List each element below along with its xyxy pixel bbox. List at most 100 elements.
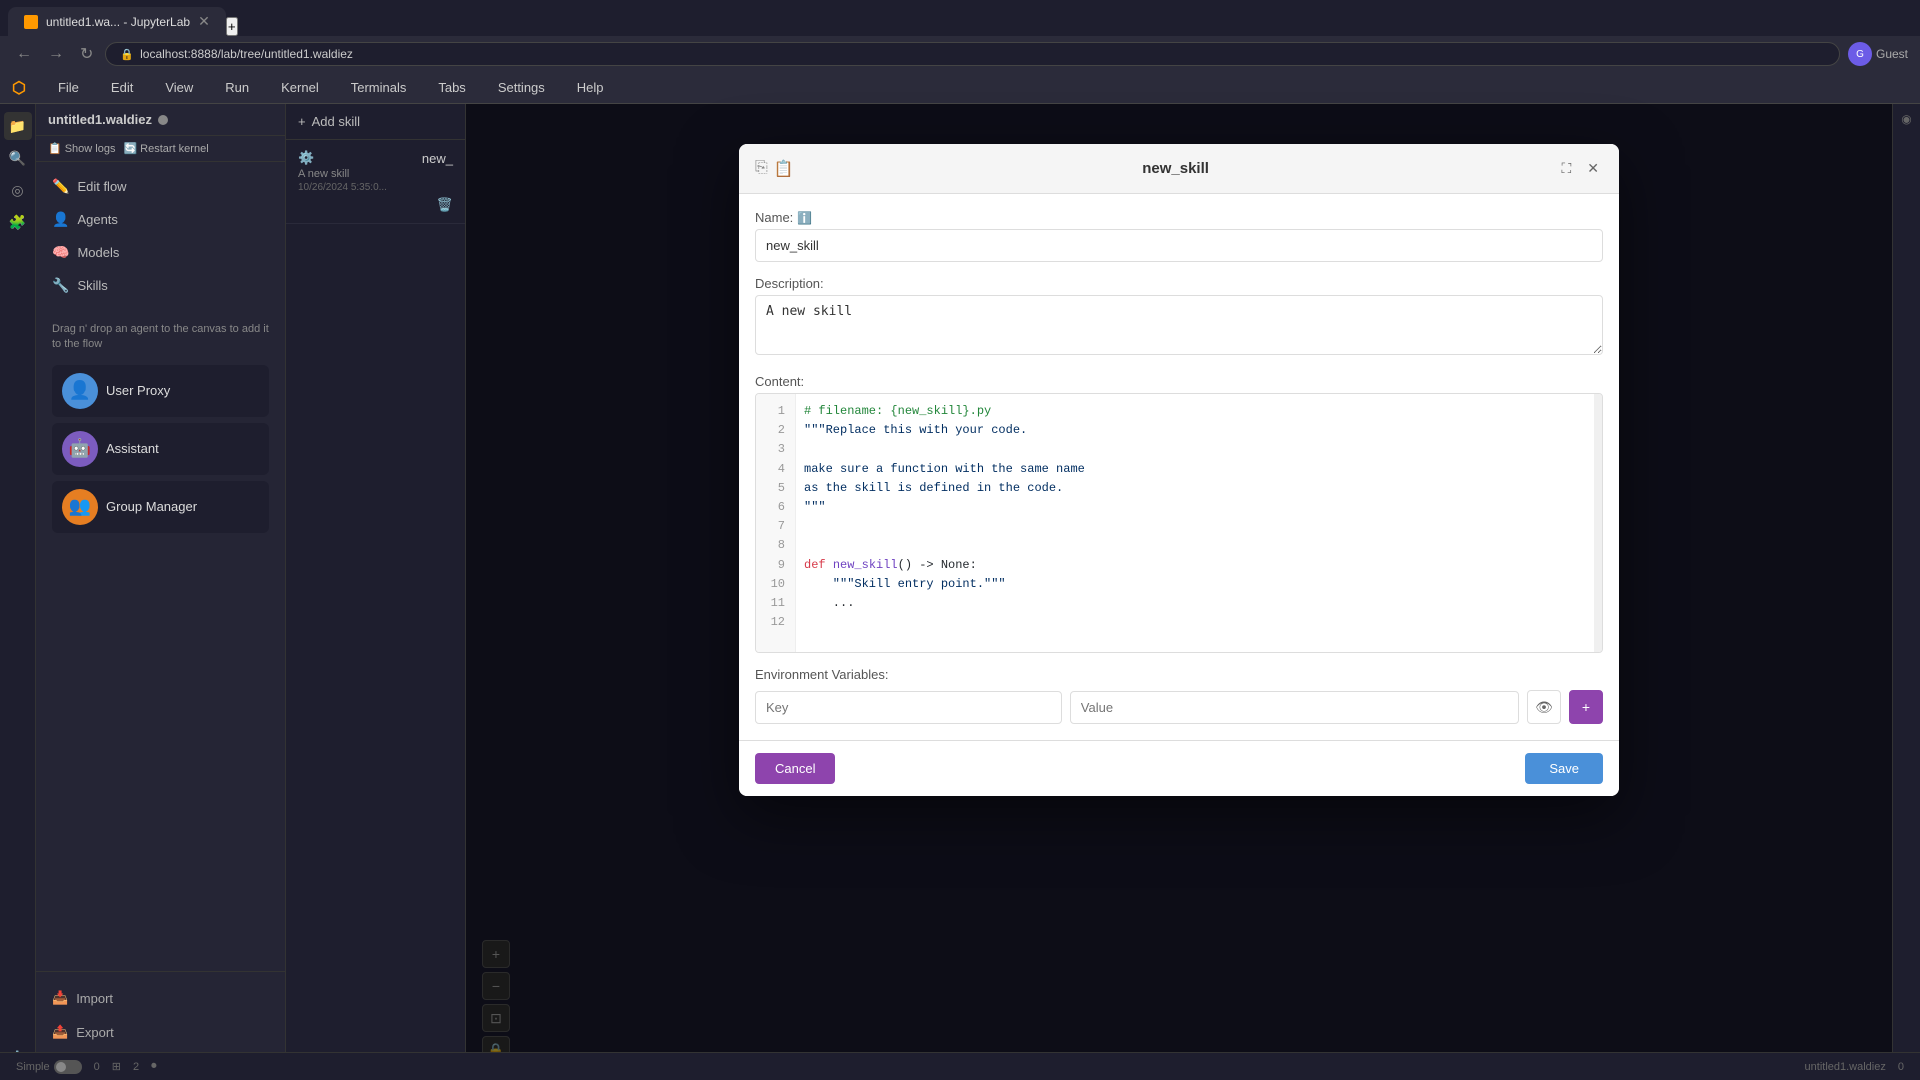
import-icon: 📥 — [52, 990, 68, 1006]
address-bar[interactable]: 🔒 localhost:8888/lab/tree/untitled1.wald… — [105, 42, 1840, 66]
env-value-input[interactable] — [1070, 691, 1519, 724]
restart-kernel-button[interactable]: 🔄 Restart kernel — [123, 142, 208, 155]
nav-skills[interactable]: 🔧 Skills — [36, 269, 285, 302]
nav-edit-flow[interactable]: ✏️ Edit flow — [36, 170, 285, 203]
tab-title: untitled1.wa... - JupyterLab — [46, 15, 190, 29]
active-tab[interactable]: untitled1.wa... - JupyterLab ✕ — [8, 7, 226, 36]
modal-title: new_skill — [1142, 160, 1209, 177]
group-manager-avatar: 👥 — [62, 489, 98, 525]
modal-expand-button[interactable]: ⛶ — [1557, 156, 1575, 181]
forward-button[interactable]: → — [44, 41, 68, 67]
save-button[interactable]: Save — [1525, 753, 1603, 784]
name-form-group: Name: ℹ️ — [755, 210, 1603, 262]
status-counter-3: 0 — [1898, 1061, 1904, 1073]
add-tab-button[interactable]: + — [226, 17, 238, 36]
export-btn[interactable]: 📤 Export — [52, 1018, 269, 1046]
paste-icon[interactable]: 📋 — [774, 159, 794, 179]
center-panel: + Add skill ⚙️ new_ A new skill 10/26/20… — [286, 104, 466, 1080]
show-logs-button[interactable]: 📋 Show logs — [48, 142, 115, 155]
agent-user-proxy[interactable]: 👤 User Proxy — [52, 365, 269, 417]
skill-delete-icon[interactable]: 🗑️ — [437, 197, 453, 213]
profile-button[interactable]: G Guest — [1848, 42, 1908, 66]
export-icon: 📤 — [52, 1024, 68, 1040]
menu-view[interactable]: View — [157, 76, 201, 99]
assistant-label: Assistant — [106, 441, 159, 456]
app-name: untitled1.waldiez — [48, 112, 152, 127]
skill-date: 10/26/2024 5:35:0... — [298, 182, 453, 193]
edit-flow-icon: ✏️ — [52, 178, 69, 195]
reload-button[interactable]: ↻ — [76, 40, 97, 68]
nav-agents[interactable]: 👤 Agents — [36, 203, 285, 236]
menu-tabs[interactable]: Tabs — [430, 76, 473, 99]
copy-icon[interactable]: ⎘ — [755, 159, 768, 179]
modal-header: ⎘ 📋 new_skill ⛶ ✕ — [739, 144, 1619, 194]
menu-file[interactable]: File — [50, 76, 87, 99]
agents-icon: 👤 — [52, 211, 69, 228]
menu-run[interactable]: Run — [217, 76, 257, 99]
status-bar: Simple 0 ⊞ 2 ⏺ untitled1.waldiez 0 — [0, 1052, 1920, 1080]
modal: ⎘ 📋 new_skill ⛶ ✕ Name: ℹ️ — [739, 144, 1619, 796]
user-proxy-avatar: 👤 — [62, 373, 98, 409]
agents-section: Drag n' drop an agent to the canvas to a… — [36, 310, 285, 971]
sidebar-icon-extensions[interactable]: 🧩 — [4, 208, 32, 236]
env-visibility-button[interactable]: 👁 — [1527, 690, 1561, 724]
content-label: Content: — [755, 374, 1603, 389]
agent-group-manager[interactable]: 👥 Group Manager — [52, 481, 269, 533]
browser-tabs: untitled1.wa... - JupyterLab ✕ + — [0, 0, 1920, 36]
env-add-button[interactable]: + — [1569, 690, 1603, 724]
sidebar-icon-git[interactable]: ◎ — [4, 176, 32, 204]
jupyter-menubar: ⬡ File Edit View Run Kernel Terminals Ta… — [0, 72, 1920, 104]
right-sidebar-strip: ◉ — [1892, 104, 1920, 1080]
description-textarea[interactable]: A new skill — [755, 295, 1603, 355]
browser-toolbar: ← → ↻ 🔒 localhost:8888/lab/tree/untitled… — [0, 36, 1920, 72]
logs-icon: 📋 — [48, 142, 62, 155]
skill-settings-icon[interactable]: ⚙️ — [298, 150, 314, 166]
menu-settings[interactable]: Settings — [490, 76, 553, 99]
restart-icon: 🔄 — [123, 142, 137, 155]
tab-close-icon[interactable]: ✕ — [198, 13, 210, 30]
profile-label: Guest — [1876, 47, 1908, 61]
unsaved-indicator — [158, 115, 168, 125]
counter-2: 2 — [133, 1061, 139, 1073]
cancel-button[interactable]: Cancel — [755, 753, 835, 784]
content-form-group: Content: 12345 678910 1112 # filename: {… — [755, 374, 1603, 653]
status-left: Simple 0 ⊞ 2 ⏺ — [16, 1060, 157, 1074]
sidebar-icon-files[interactable]: 📁 — [4, 112, 32, 140]
menu-help[interactable]: Help — [569, 76, 612, 99]
env-inputs-row: 👁 + — [755, 690, 1603, 724]
name-input[interactable] — [755, 229, 1603, 262]
menu-kernel[interactable]: Kernel — [273, 76, 327, 99]
code-content[interactable]: # filename: {new_skill}.py """Replace th… — [796, 394, 1594, 652]
menu-terminals[interactable]: Terminals — [343, 76, 415, 99]
left-panel-toolbar: untitled1.waldiez — [36, 104, 285, 136]
simple-label: Simple — [16, 1061, 50, 1073]
skills-icon: 🔧 — [52, 277, 69, 294]
right-icon-1[interactable]: ◉ — [1901, 112, 1911, 126]
grid-icon: ⊞ — [112, 1060, 121, 1073]
tab-favicon — [24, 15, 38, 29]
modal-header-left-icons: ⎘ 📋 — [755, 159, 794, 179]
status-filename: untitled1.waldiez — [1805, 1061, 1886, 1073]
sidebar-icon-strip: 📁 🔍 ◎ 🧩 ⚙️ — [0, 104, 36, 1080]
user-proxy-label: User Proxy — [106, 383, 170, 398]
agent-assistant[interactable]: 🤖 Assistant — [52, 423, 269, 475]
import-btn[interactable]: 📥 Import — [52, 984, 269, 1012]
code-scrollbar[interactable] — [1594, 394, 1602, 652]
left-panel: untitled1.waldiez 📋 Show logs 🔄 Restart … — [36, 104, 286, 1080]
url-text: localhost:8888/lab/tree/untitled1.waldie… — [140, 47, 353, 61]
line-numbers: 12345 678910 1112 — [756, 394, 796, 652]
canvas-area: + − ⊡ 🔒 ⎘ 📋 new_skill ⛶ ✕ — [466, 104, 1892, 1080]
env-label: Environment Variables: — [755, 667, 1603, 682]
back-button[interactable]: ← — [12, 41, 36, 67]
modal-close-button[interactable]: ✕ — [1583, 156, 1603, 181]
env-key-input[interactable] — [755, 691, 1062, 724]
simple-toggle[interactable]: Simple — [16, 1060, 82, 1074]
add-skill-button[interactable]: + Add skill — [298, 114, 360, 129]
assistant-avatar: 🤖 — [62, 431, 98, 467]
sidebar-icon-search[interactable]: 🔍 — [4, 144, 32, 172]
menu-edit[interactable]: Edit — [103, 76, 141, 99]
nav-models[interactable]: 🧠 Models — [36, 236, 285, 269]
jupyter-logo: ⬡ — [12, 78, 26, 98]
lock-icon: 🔒 — [120, 48, 134, 61]
drag-hint: Drag n' drop an agent to the canvas to a… — [52, 322, 269, 353]
